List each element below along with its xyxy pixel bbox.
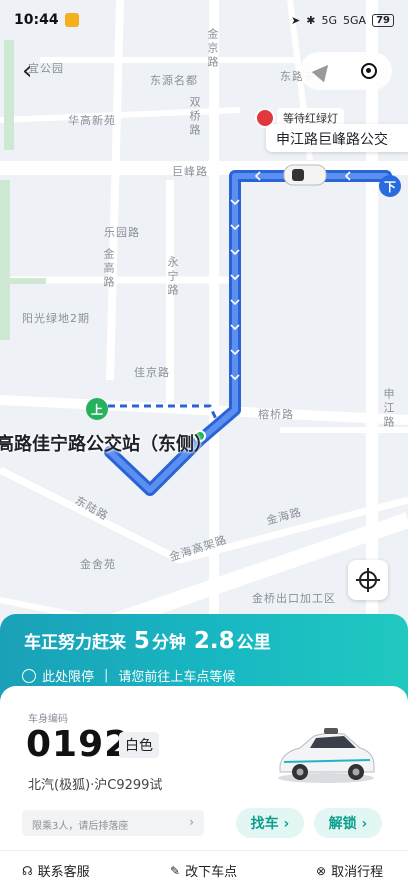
edit-icon: ✎ — [170, 863, 181, 878]
target-icon[interactable] — [361, 63, 377, 79]
passenger-note-field[interactable]: 限乘3人，请后排落座 › — [22, 810, 204, 836]
chevron-right-icon: › — [189, 815, 194, 829]
find-car-button[interactable]: 找车 › — [236, 808, 304, 838]
map-label: 阳光绿地2期 — [22, 312, 90, 325]
pickup-marker[interactable]: 上 — [86, 398, 108, 420]
locate-button[interactable] — [348, 560, 388, 600]
map-label: 永宁路 — [166, 256, 179, 298]
navigate-icon[interactable] — [311, 59, 335, 83]
map-view[interactable]: 宜公园 东源名都 华高新苑 双桥路 巨峰路 乐园路 金高路 永宁路 阳光绿地2期… — [0, 0, 408, 640]
info-icon — [22, 668, 36, 683]
eta-line: 车正努力赶来 5 分钟 2.8 公里 — [24, 628, 271, 654]
destination-bubble[interactable]: 申江路巨峰路公交 — [266, 124, 408, 152]
change-dropoff-button[interactable]: ✎ 改下车点 — [170, 861, 237, 881]
eta-distance: 2.8 — [193, 628, 235, 654]
signal-5g: 5G — [321, 13, 338, 27]
vehicle-card: 车身编码 0192 白色 北汽(极狐)·沪C9299试 限乘3人，请后排落座 ›… — [0, 686, 408, 890]
vehicle-model: 北汽(极狐)·沪C9299试 — [28, 778, 163, 793]
parking-notice: 此处限停 | 请您前往上车点等候 — [22, 666, 235, 685]
location-icon: ➤ — [291, 13, 301, 27]
map-label: 乐园路 — [104, 226, 140, 239]
map-label: 宜公园 — [28, 62, 64, 75]
unlock-button[interactable]: 解锁 › — [314, 808, 382, 838]
back-button[interactable]: ‹ — [22, 56, 32, 86]
vehicle-id-label: 车身编码 — [28, 714, 68, 725]
car-image — [278, 728, 375, 783]
status-time: 10:44 — [14, 12, 59, 28]
trip-panel: 车正努力赶来 5 分钟 2.8 公里 此处限停 | 请您前往上车点等候 车身编码 0… — [0, 614, 408, 890]
cancel-icon: ⊗ — [316, 863, 327, 878]
vehicle-color: 白色 — [119, 732, 159, 758]
map-label: 佳京路 — [134, 366, 170, 379]
map-controls[interactable] — [300, 52, 392, 90]
map-label: 巨峰路 — [172, 165, 208, 178]
dropoff-marker[interactable]: 下 — [379, 175, 401, 197]
eta-minutes: 5 — [133, 628, 150, 654]
map-label: 金桥出口加工区 — [252, 592, 336, 605]
crosshair-icon — [356, 568, 380, 592]
map-label: 金高路 — [102, 248, 115, 290]
map-label: 华高新苑 — [68, 114, 116, 127]
bottom-actions: ☊ 联系客服 ✎ 改下车点 ⊗ 取消行程 — [0, 850, 408, 890]
headset-icon: ☊ — [22, 863, 33, 878]
status-bar: 10:44 ➤ ✱ 5G 5GA 79 — [0, 0, 408, 40]
map-label: 金舍苑 — [80, 558, 116, 571]
bluetooth-icon: ✱ — [306, 13, 316, 27]
battery-indicator: 79 — [372, 13, 394, 27]
map-label: 东源名都 — [150, 74, 198, 87]
contact-service-button[interactable]: ☊ 联系客服 — [22, 861, 90, 881]
map-label: 榕桥路 — [258, 408, 294, 421]
notification-icon — [64, 13, 79, 27]
map-label: 申江路 — [382, 388, 395, 430]
vehicle-id: 0192 — [26, 724, 131, 765]
cancel-trip-button[interactable]: ⊗ 取消行程 — [316, 861, 383, 881]
map-label: 双桥路 — [188, 96, 201, 138]
pickup-label: 高路佳宁路公交站（东侧） — [0, 434, 212, 455]
signal-5ga: 5GA — [343, 13, 367, 27]
